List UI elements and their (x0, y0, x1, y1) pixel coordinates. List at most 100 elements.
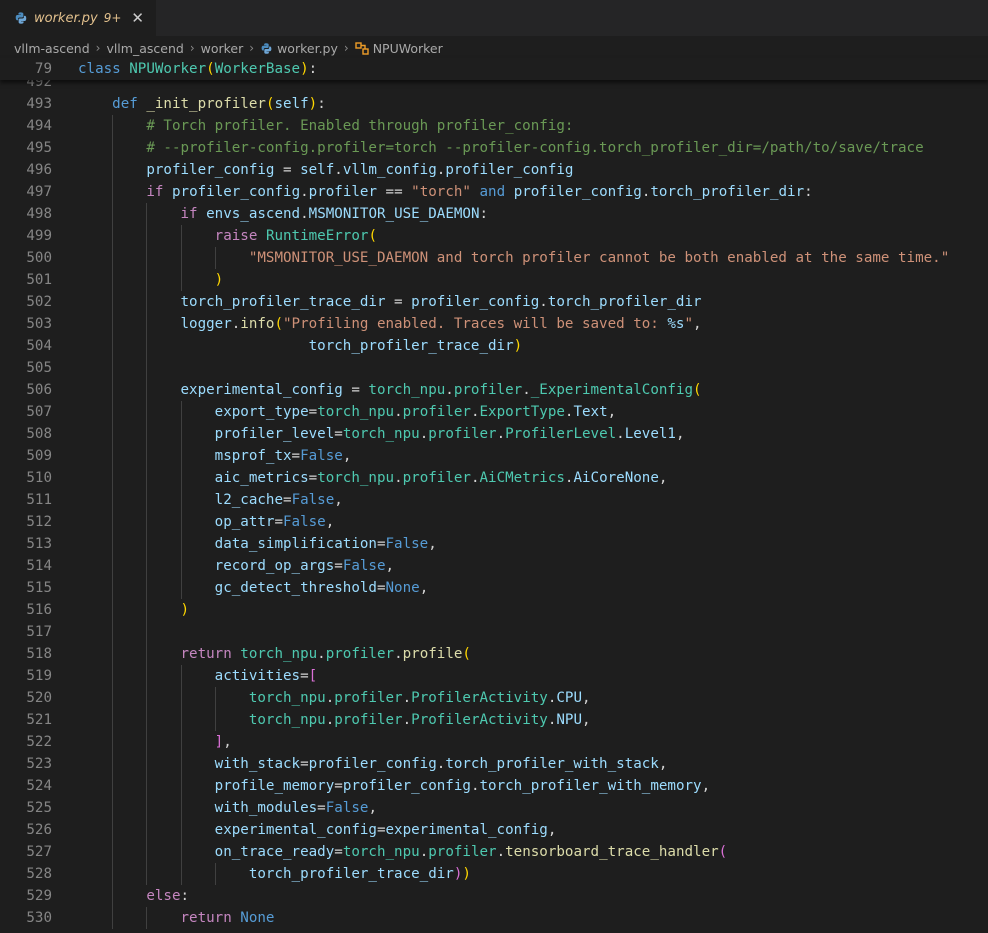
indent-guide (112, 819, 114, 841)
indent-guide (146, 863, 148, 885)
code-line[interactable]: 515 gc_detect_threshold=None, (0, 577, 988, 599)
code-text: torch_profiler_trace_dir = profiler_conf… (78, 291, 702, 313)
tab-worker-py[interactable]: worker.py 9+ ✕ (0, 0, 157, 36)
close-icon[interactable]: ✕ (131, 9, 144, 27)
code-line[interactable]: 528 torch_profiler_trace_dir)) (0, 863, 988, 885)
code-line[interactable]: 496 profiler_config = self.vllm_config.p… (0, 159, 988, 181)
breadcrumb-item-vllm-ascend-pkg[interactable]: vllm_ascend (106, 41, 183, 56)
code-line[interactable]: 521 torch_npu.profiler.ProfilerActivity.… (0, 709, 988, 731)
breadcrumb-item-worker[interactable]: worker (201, 41, 244, 56)
indent-guide (112, 357, 114, 379)
code-line[interactable]: 500 "MSMONITOR_USE_DAEMON and torch prof… (0, 247, 988, 269)
code-line[interactable]: 530 return None (0, 907, 988, 929)
breadcrumb-item-worker-py[interactable]: worker.py (277, 41, 338, 56)
code-token: activities (214, 668, 301, 684)
line-number: 529 (26, 888, 52, 904)
code-text: torch_npu.profiler.ProfilerActivity.NPU, (78, 709, 591, 731)
code-token: = (283, 492, 292, 508)
code-token: [ (308, 668, 318, 684)
indent-guide (112, 489, 114, 511)
line-number: 499 (26, 228, 52, 244)
indent-guide (112, 137, 114, 159)
sticky-scroll-line[interactable]: 79 class NPUWorker(WorkerBase): (0, 58, 988, 80)
code-token: profiler (428, 426, 497, 442)
code-line[interactable]: 522 ], (0, 731, 988, 753)
code-token: experimental_config (214, 822, 377, 838)
code-line[interactable]: 506 experimental_config = torch_npu.prof… (0, 379, 988, 401)
line-number: 492 (26, 80, 52, 90)
code-line[interactable]: 523 with_stack=profiler_config.torch_pro… (0, 753, 988, 775)
code-line[interactable]: 527 on_trace_ready=torch_npu.profiler.te… (0, 841, 988, 863)
indent-guide (180, 775, 182, 797)
code-text: profile_memory=profiler_config.torch_pro… (78, 775, 710, 797)
code-line[interactable]: 525 with_modules=False, (0, 797, 988, 819)
code-token: , (658, 756, 668, 772)
code-token: . (470, 404, 480, 420)
code-line[interactable]: 524 profile_memory=profiler_config.torch… (0, 775, 988, 797)
code-line[interactable]: 507 export_type=torch_npu.profiler.Expor… (0, 401, 988, 423)
indent-guide (112, 203, 114, 225)
indent-guide (112, 577, 114, 599)
code-token: ) (308, 96, 318, 112)
code-token: "MSMONITOR_USE_DAEMON and torch profiler… (248, 250, 950, 266)
code-line[interactable]: 510 aic_metrics=torch_npu.profiler.AiCMe… (0, 467, 988, 489)
code-token: , (419, 580, 429, 596)
code-token: torch_profiler_with_stack (445, 756, 659, 772)
line-number: 504 (26, 338, 52, 354)
code-line[interactable]: 498 if envs_ascend.MSMONITOR_USE_DAEMON: (0, 203, 988, 225)
code-line[interactable]: 502 torch_profiler_trace_dir = profiler_… (0, 291, 988, 313)
code-line[interactable]: 526 experimental_config=experimental_con… (0, 819, 988, 841)
indent-guide (112, 335, 114, 357)
code-token: profiler_config (342, 778, 471, 794)
code-token: if (180, 206, 198, 222)
code-line[interactable]: 514 record_op_args=False, (0, 555, 988, 577)
code-line[interactable]: 509 msprof_tx=False, (0, 445, 988, 467)
code-line[interactable]: 518 return torch_npu.profiler.profile( (0, 643, 988, 665)
code-text: def _init_profiler(self): (78, 93, 326, 115)
code-line[interactable]: 503 logger.info("Profiling enabled. Trac… (0, 313, 988, 335)
code-line[interactable]: 513 data_simplification=False, (0, 533, 988, 555)
line-number: 519 (26, 668, 52, 684)
indent-guide (146, 225, 148, 247)
line-number: 507 (26, 404, 52, 420)
breadcrumb-item-vllm-ascend[interactable]: vllm-ascend (14, 41, 90, 56)
code-line[interactable]: 504 torch_profiler_trace_dir) (0, 335, 988, 357)
code-token: . (334, 162, 343, 178)
code-token: profiler (325, 646, 395, 662)
code-line[interactable]: 497 if profiler_config.profiler == "torc… (0, 181, 988, 203)
code-line[interactable]: 516 ) (0, 599, 988, 621)
code-token: , (675, 426, 685, 442)
code-line[interactable]: 520 torch_npu.profiler.ProfilerActivity.… (0, 687, 988, 709)
line-number: 530 (26, 910, 52, 926)
code-token: , (607, 404, 617, 420)
code-token: ) (462, 866, 471, 882)
code-line[interactable]: 529 else: (0, 885, 988, 907)
code-editor[interactable]: 492 493 def _init_profiler(self): 494 # To… (0, 80, 988, 933)
code-line[interactable]: 492 (0, 80, 988, 93)
code-line[interactable]: 512 op_attr=False, (0, 511, 988, 533)
code-token: , (325, 514, 335, 530)
code-line[interactable]: 511 l2_cache=False, (0, 489, 988, 511)
line-number: 511 (26, 492, 52, 508)
code-line[interactable]: 493 def _init_profiler(self): (0, 93, 988, 115)
code-line[interactable]: 517 (0, 621, 988, 643)
code-line[interactable]: 505 (0, 357, 988, 379)
breadcrumb-item-npuworker[interactable]: NPUWorker (373, 41, 443, 56)
code-token: data_simplification (214, 536, 377, 552)
code-text: msprof_tx=False, (78, 445, 351, 467)
indent-guide (146, 797, 148, 819)
indent-guide (180, 841, 182, 863)
line-number: 497 (26, 184, 52, 200)
breadcrumb: vllm-ascend › vllm_ascend › worker › wor… (0, 37, 988, 59)
code-token: : (479, 206, 489, 222)
code-line[interactable]: 508 profiler_level=torch_npu.profiler.Pr… (0, 423, 988, 445)
code-line[interactable]: 499 raise RuntimeError( (0, 225, 988, 247)
code-line[interactable]: 519 activities=[ (0, 665, 988, 687)
code-line[interactable]: 501 ) (0, 269, 988, 291)
code-line[interactable]: 495 # --profiler-config.profiler=torch -… (0, 137, 988, 159)
code-line[interactable]: 494 # Torch profiler. Enabled through pr… (0, 115, 988, 137)
line-number: 520 (26, 690, 52, 706)
code-token: ) (513, 338, 523, 354)
code-token: "Profiling enabled. Traces will be saved… (283, 316, 668, 332)
